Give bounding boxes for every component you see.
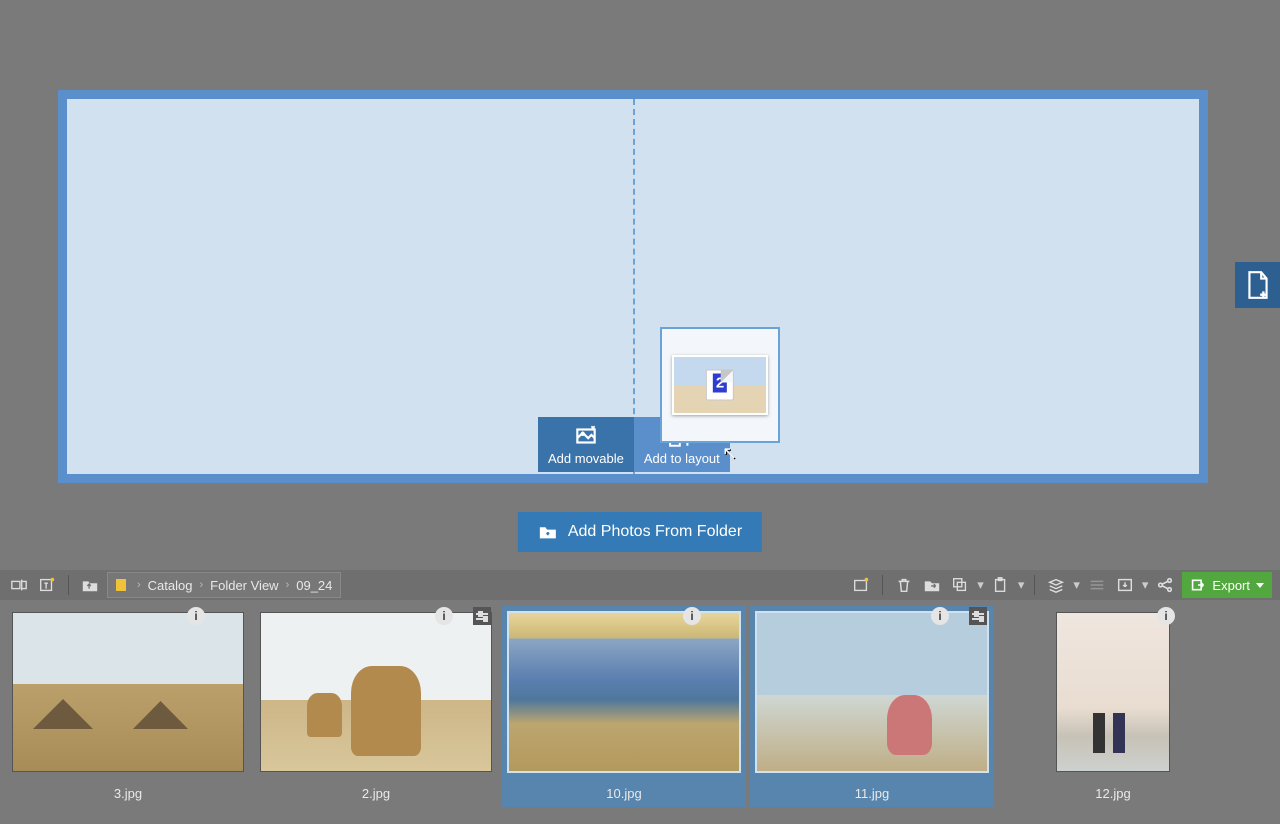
thumb-caption: 3.jpg [114,786,142,801]
folder-add-icon [538,524,558,540]
add-movable-button[interactable]: Add movable [538,417,634,472]
thumb-image[interactable]: i [508,612,740,772]
thumb-image[interactable]: i [1056,612,1170,772]
thumb-2[interactable]: i 10.jpg [502,606,746,807]
add-photos-label: Add Photos From Folder [568,523,742,541]
thumb-3[interactable]: i 11.jpg [750,606,994,807]
thumb-image[interactable]: i [12,612,244,772]
export-label: Export [1212,578,1250,593]
add-page-side-tab[interactable] [1235,262,1280,308]
rename-tool-icon[interactable] [8,574,30,596]
info-icon[interactable]: i [683,607,701,625]
chevron-icon: › [196,579,206,591]
drag-count-badge: 2 [706,370,734,401]
export-icon [1190,578,1206,592]
thumb-image[interactable]: i [756,612,988,772]
chevron-icon: › [283,579,293,591]
breadcrumb: › Catalog › Folder View › 09_24 [107,572,341,598]
chevron-down-icon[interactable]: ▾ [977,577,984,593]
thumb-caption: 11.jpg [855,786,889,801]
move-to-folder-icon[interactable] [921,574,943,596]
browser-toolbar: › Catalog › Folder View › 09_24 ▾ ▾ ▾ ▾ … [0,570,1280,600]
stack-icon[interactable] [1045,574,1067,596]
thumb-caption: 12.jpg [1095,786,1130,801]
drag-count-value: 2 [713,374,727,393]
thumb-0[interactable]: i 3.jpg [6,606,250,807]
info-icon[interactable]: i [435,607,453,625]
add-movable-label: Add movable [548,451,624,466]
new-text-tool-icon[interactable] [36,574,58,596]
chevron-icon: › [134,579,144,591]
thumb-image[interactable]: i [260,612,492,772]
adjust-disabled-icon [1086,574,1108,596]
info-icon[interactable]: i [1157,607,1175,625]
adjust-icon[interactable] [969,607,987,625]
new-album-icon[interactable] [850,574,872,596]
thumb-1[interactable]: i 2.jpg [254,606,498,807]
export-button[interactable]: Export [1182,572,1272,598]
chevron-down-icon[interactable] [1256,583,1264,588]
add-photos-from-folder-button[interactable]: Add Photos From Folder [518,512,762,552]
thumb-caption: 2.jpg [362,786,390,801]
add-to-layout-label: Add to layout [644,451,720,466]
delete-icon[interactable] [893,574,915,596]
adjust-icon[interactable] [473,607,491,625]
chevron-down-icon[interactable]: ▾ [1018,577,1025,593]
thumbnail-strip[interactable]: i 3.jpg i 2.jpg i 10.jpg i 11.jpg i 12.j… [0,602,1280,824]
chevron-down-icon[interactable]: ▾ [1142,577,1149,593]
drag-thumb: 2 [672,355,768,415]
page-plus-icon [1245,270,1271,300]
info-icon[interactable]: i [931,607,949,625]
thumb-4[interactable]: i 12.jpg [1050,606,1176,807]
info-icon[interactable]: i [187,607,205,625]
breadcrumb-item[interactable]: Folder View [210,578,278,593]
paste-icon[interactable] [990,574,1012,596]
import-icon[interactable] [1114,574,1136,596]
breadcrumb-item[interactable]: 09_24 [296,578,332,593]
thumb-caption: 10.jpg [606,786,641,801]
breadcrumb-item[interactable]: Catalog [148,578,193,593]
share-icon[interactable] [1154,574,1176,596]
drag-preview: 2 [660,327,780,443]
chevron-down-icon[interactable]: ▾ [1073,577,1080,593]
folder-bullet-icon [116,579,126,591]
up-folder-icon[interactable] [79,574,101,596]
copy-dropdown-icon[interactable] [949,574,971,596]
